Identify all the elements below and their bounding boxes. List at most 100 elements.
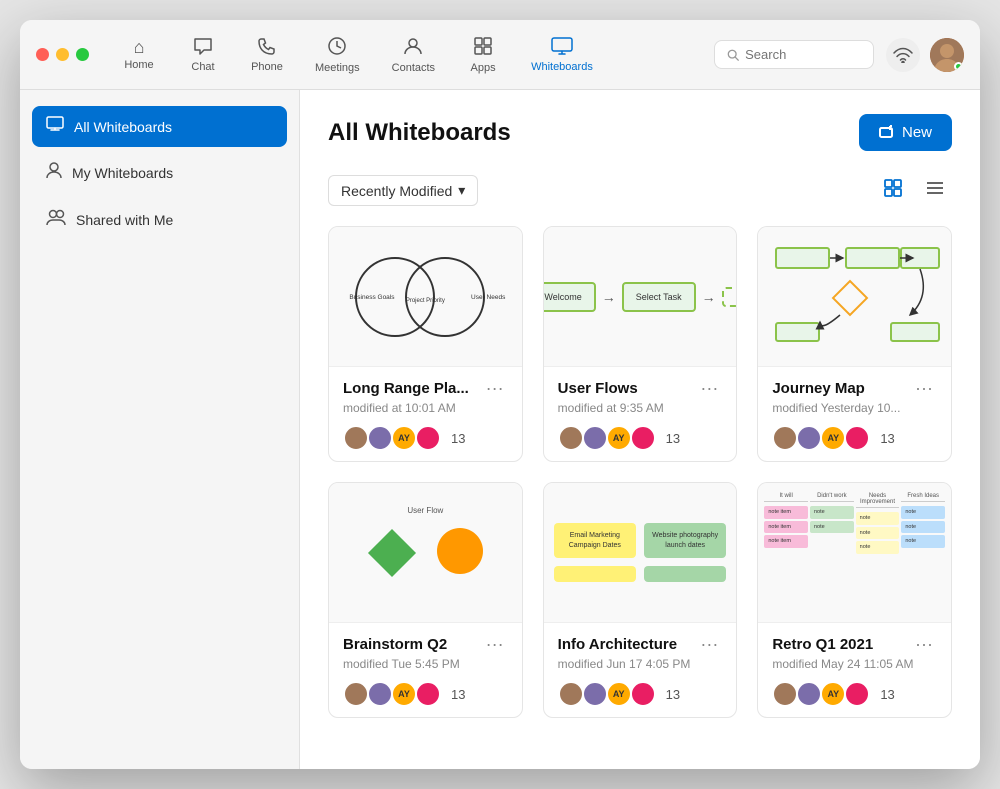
filter-dropdown[interactable]: Recently Modified ▾: [328, 175, 478, 206]
sidebar-item-my-whiteboards[interactable]: My Whiteboards: [32, 151, 287, 194]
avatar-pink: [630, 425, 656, 451]
flow-arrow-1: →: [602, 289, 616, 305]
card-retro[interactable]: It will note item note item note item Di…: [757, 482, 952, 718]
flow-box-dots: [722, 287, 737, 307]
brain-label: User Flow: [407, 506, 443, 515]
minimize-button[interactable]: [56, 48, 69, 61]
card-avatars: AY 13: [772, 681, 937, 707]
card-avatars: AY 13: [558, 425, 723, 451]
nav-chat[interactable]: Chat: [173, 31, 233, 79]
card-info-retro: Retro Q1 2021 ··· modified May 24 11:05 …: [758, 623, 951, 717]
avatar-count: 13: [666, 687, 680, 702]
avatar-pink: [415, 425, 441, 451]
nav-phone-label: Phone: [251, 61, 283, 73]
new-whiteboard-button[interactable]: New: [859, 114, 952, 151]
card-info-infoa: Info Architecture ··· modified Jun 17 4:…: [544, 623, 737, 717]
card-thumb-info: Email Marketing Campaign Dates Website p…: [544, 483, 737, 623]
retro-col-2: Didn't work note note: [810, 491, 854, 614]
card-modified: modified Tue 5:45 PM: [343, 657, 508, 671]
card-thumb-map: [758, 227, 951, 367]
retro-header-2: Didn't work: [810, 491, 854, 502]
card-title: User Flows: [558, 380, 638, 397]
card-journey-map[interactable]: Journey Map ··· modified Yesterday 10...…: [757, 226, 952, 462]
avatar-pink: [415, 681, 441, 707]
nav-whiteboards[interactable]: Whiteboards: [517, 31, 607, 79]
card-info-arch[interactable]: Email Marketing Campaign Dates Website p…: [543, 482, 738, 718]
avatar-ay: AY: [820, 425, 846, 451]
filter-label: Recently Modified: [341, 183, 452, 199]
nav-phone[interactable]: Phone: [237, 31, 297, 79]
search-box[interactable]: [714, 40, 874, 69]
maximize-button[interactable]: [76, 48, 89, 61]
card-title: Info Architecture: [558, 636, 677, 653]
card-brainstorm[interactable]: User Flow Brainstorm Q2 ··· modified Tue…: [328, 482, 523, 718]
info-box-3: [554, 566, 636, 582]
info-box-1: Email Marketing Campaign Dates: [554, 523, 636, 557]
card-modified: modified at 10:01 AM: [343, 401, 508, 415]
sidebar-item-shared[interactable]: Shared with Me: [32, 198, 287, 241]
avatar-1: [343, 425, 369, 451]
shared-icon: [46, 208, 66, 231]
card-modified: modified Jun 17 4:05 PM: [558, 657, 723, 671]
retro-header-1: It will: [764, 491, 808, 502]
avatar-ay: AY: [606, 425, 632, 451]
avatar-2: [367, 681, 393, 707]
avatar-2: [796, 681, 822, 707]
card-user-flows[interactable]: Welcome → Select Task → User Flows ··· m…: [543, 226, 738, 462]
card-avatars: AY 13: [772, 425, 937, 451]
close-button[interactable]: [36, 48, 49, 61]
card-thumb-brain: User Flow: [329, 483, 522, 623]
avatar-count: 13: [666, 431, 680, 446]
card-more-menu[interactable]: ···: [911, 379, 937, 397]
nav-contacts[interactable]: Contacts: [378, 30, 449, 80]
nav-home-label: Home: [124, 59, 153, 71]
venn-right-label: User Needs: [471, 294, 505, 301]
card-more-menu[interactable]: ···: [482, 635, 508, 653]
card-more-menu[interactable]: ···: [696, 379, 722, 397]
card-more-menu[interactable]: ···: [911, 635, 937, 653]
contacts-icon: [403, 36, 423, 59]
avatar-ay: AY: [820, 681, 846, 707]
avatar-2: [582, 425, 608, 451]
retro-note: note: [810, 506, 854, 519]
venn-center-label: Project Priority: [406, 298, 445, 304]
sidebar: All Whiteboards My Whiteboards: [20, 90, 300, 769]
card-more-menu[interactable]: ···: [482, 379, 508, 397]
list-view-button[interactable]: [918, 176, 952, 205]
card-thumb-flow: Welcome → Select Task →: [544, 227, 737, 367]
avatar-2: [367, 425, 393, 451]
chat-icon: [193, 37, 213, 58]
header-icons: [886, 38, 964, 72]
grid-view-button[interactable]: [876, 175, 910, 206]
avatar-1: [558, 425, 584, 451]
avatar-2: [582, 681, 608, 707]
nav-apps-label: Apps: [471, 62, 496, 74]
apps-icon: [473, 36, 493, 59]
wifi-icon[interactable]: [886, 38, 920, 72]
nav-meetings[interactable]: Meetings: [301, 30, 374, 80]
card-avatars: AY 13: [343, 425, 508, 451]
nav-apps[interactable]: Apps: [453, 30, 513, 80]
card-more-menu[interactable]: ···: [696, 635, 722, 653]
card-thumb-venn: Business Goals User Needs Project Priori…: [329, 227, 522, 367]
meetings-icon: [327, 36, 347, 59]
card-modified: modified at 9:35 AM: [558, 401, 723, 415]
retro-header-3: Needs Improvement: [856, 491, 900, 508]
retro-note: note: [810, 521, 854, 534]
app-window: ⌂ Home Chat Phone: [20, 20, 980, 769]
whiteboards-content: All Whiteboards New Recently Modified ▾: [300, 90, 980, 769]
titlebar: ⌂ Home Chat Phone: [20, 20, 980, 90]
search-icon: [727, 48, 739, 62]
retro-col-4: Fresh Ideas note note note: [901, 491, 945, 614]
sidebar-item-all-whiteboards[interactable]: All Whiteboards: [32, 106, 287, 147]
avatar[interactable]: [930, 38, 964, 72]
card-long-range[interactable]: Business Goals User Needs Project Priori…: [328, 226, 523, 462]
retro-col-3: Needs Improvement note note note: [856, 491, 900, 614]
sidebar-shared-label: Shared with Me: [76, 212, 173, 228]
view-toggles: [876, 175, 952, 206]
nav-home[interactable]: ⌂ Home: [109, 32, 169, 77]
chevron-down-icon: ▾: [458, 182, 465, 199]
phone-icon: [258, 37, 276, 58]
search-input[interactable]: [745, 47, 861, 62]
retro-note: note: [901, 521, 945, 534]
